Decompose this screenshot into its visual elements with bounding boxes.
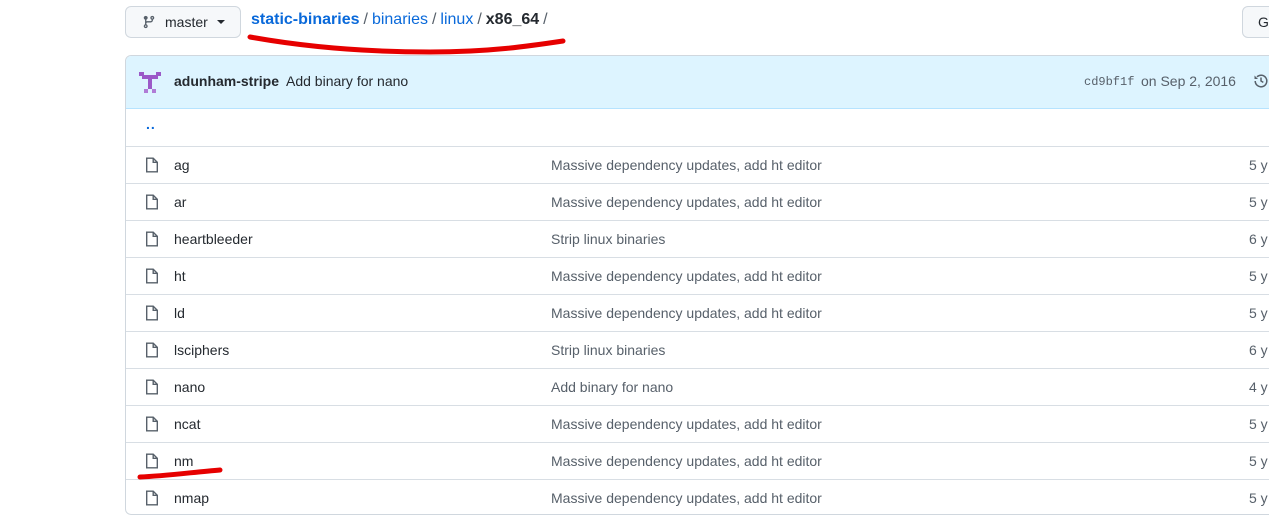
annotation-underline-breadcrumb xyxy=(247,34,566,55)
file-commit-message-link[interactable]: Massive dependency updates, add ht edito… xyxy=(551,416,822,432)
commit-message-link[interactable]: Add binary for nano xyxy=(286,73,408,89)
file-age: 5 y xyxy=(1249,305,1268,321)
file-name-link[interactable]: nmap xyxy=(174,490,209,506)
breadcrumb-separator: / xyxy=(543,11,548,28)
file-icon xyxy=(145,268,159,284)
git-branch-icon xyxy=(142,15,156,29)
file-icon xyxy=(145,453,159,469)
file-row[interactable]: nano Add binary for nano 4 y xyxy=(126,368,1269,405)
file-icon xyxy=(145,231,159,247)
file-row[interactable]: ar Massive dependency updates, add ht edi… xyxy=(126,183,1269,220)
file-row[interactable]: nmap Massive dependency updates, add ht e… xyxy=(126,479,1269,514)
file-name-link[interactable]: lsciphers xyxy=(174,342,229,358)
file-age: 5 y xyxy=(1249,268,1268,284)
file-commit-message-link[interactable]: Massive dependency updates, add ht edito… xyxy=(551,157,822,173)
commit-author-link[interactable]: adunham-stripe xyxy=(174,73,279,89)
file-age: 6 y xyxy=(1249,231,1268,247)
file-name-link[interactable]: ld xyxy=(174,305,185,321)
avatar[interactable] xyxy=(139,71,161,93)
breadcrumb-separator: / xyxy=(363,11,368,28)
breadcrumb-repo-link[interactable]: static-binaries xyxy=(251,11,359,28)
file-icon xyxy=(145,194,159,210)
file-name-link[interactable]: ag xyxy=(174,157,190,173)
latest-commit-bar: adunham-stripe Add binary for nano cd9bf… xyxy=(126,56,1269,109)
file-row[interactable]: ag Massive dependency updates, add ht edi… xyxy=(126,146,1269,183)
file-row[interactable]: ht Massive dependency updates, add ht edi… xyxy=(126,257,1269,294)
file-age: 5 y xyxy=(1249,490,1268,506)
commit-date: on Sep 2, 2016 xyxy=(1141,73,1236,89)
file-browser: adunham-stripe Add binary for nano cd9bf… xyxy=(125,55,1269,515)
file-icon xyxy=(145,342,159,358)
file-row[interactable]: heartbleeder Strip linux binaries 6 y xyxy=(126,220,1269,257)
file-commit-message-link[interactable]: Add binary for nano xyxy=(551,379,673,395)
file-row[interactable]: ncat Massive dependency updates, add ht e… xyxy=(126,405,1269,442)
file-name-link[interactable]: nm xyxy=(174,453,193,469)
caret-down-icon xyxy=(216,20,225,24)
file-icon xyxy=(145,379,159,395)
file-commit-message-link[interactable]: Massive dependency updates, add ht edito… xyxy=(551,453,822,469)
file-age: 5 y xyxy=(1249,157,1268,173)
file-name-link[interactable]: ht xyxy=(174,268,186,284)
branch-select-button[interactable]: master xyxy=(125,6,241,38)
breadcrumb-link-linux[interactable]: linux xyxy=(440,11,473,28)
file-age: 5 y xyxy=(1249,453,1268,469)
file-commit-message-link[interactable]: Massive dependency updates, add ht edito… xyxy=(551,490,822,506)
file-age: 5 y xyxy=(1249,194,1268,210)
file-commit-message-link[interactable]: Strip linux binaries xyxy=(551,231,665,247)
file-icon xyxy=(145,157,159,173)
file-row[interactable]: ld Massive dependency updates, add ht edi… xyxy=(126,294,1269,331)
file-row[interactable]: lsciphers Strip linux binaries 6 y xyxy=(126,331,1269,368)
file-icon xyxy=(145,305,159,321)
file-icon xyxy=(145,490,159,506)
file-row[interactable]: nm Massive dependency updates, add ht edi… xyxy=(126,442,1269,479)
file-icon xyxy=(145,416,159,432)
file-name-link[interactable]: ar xyxy=(174,194,186,210)
commit-sha-link[interactable]: cd9bf1f xyxy=(1084,75,1134,89)
parent-directory-row[interactable]: .. xyxy=(126,109,1269,146)
file-age: 6 y xyxy=(1249,342,1268,358)
file-age: 5 y xyxy=(1249,416,1268,432)
parent-directory-link[interactable]: .. xyxy=(146,116,156,132)
file-commit-message-link[interactable]: Massive dependency updates, add ht edito… xyxy=(551,305,822,321)
go-to-file-button[interactable]: G xyxy=(1242,6,1269,38)
file-name-link[interactable]: nano xyxy=(174,379,205,395)
branch-label: master xyxy=(165,14,208,30)
file-commit-message-link[interactable]: Massive dependency updates, add ht edito… xyxy=(551,268,822,284)
file-commit-message-link[interactable]: Strip linux binaries xyxy=(551,342,665,358)
breadcrumb-link-binaries[interactable]: binaries xyxy=(372,11,428,28)
breadcrumb-separator: / xyxy=(477,11,482,28)
file-commit-message-link[interactable]: Massive dependency updates, add ht edito… xyxy=(551,194,822,210)
breadcrumb-separator: / xyxy=(431,11,437,28)
breadcrumb-current: x86_64 xyxy=(485,11,540,28)
history-icon[interactable] xyxy=(1253,73,1269,89)
breadcrumb: static-binaries / binaries / linux / x86_64/ xyxy=(251,11,552,29)
file-age: 4 y xyxy=(1249,379,1268,395)
file-name-link[interactable]: ncat xyxy=(174,416,200,432)
file-name-link[interactable]: heartbleeder xyxy=(174,231,253,247)
